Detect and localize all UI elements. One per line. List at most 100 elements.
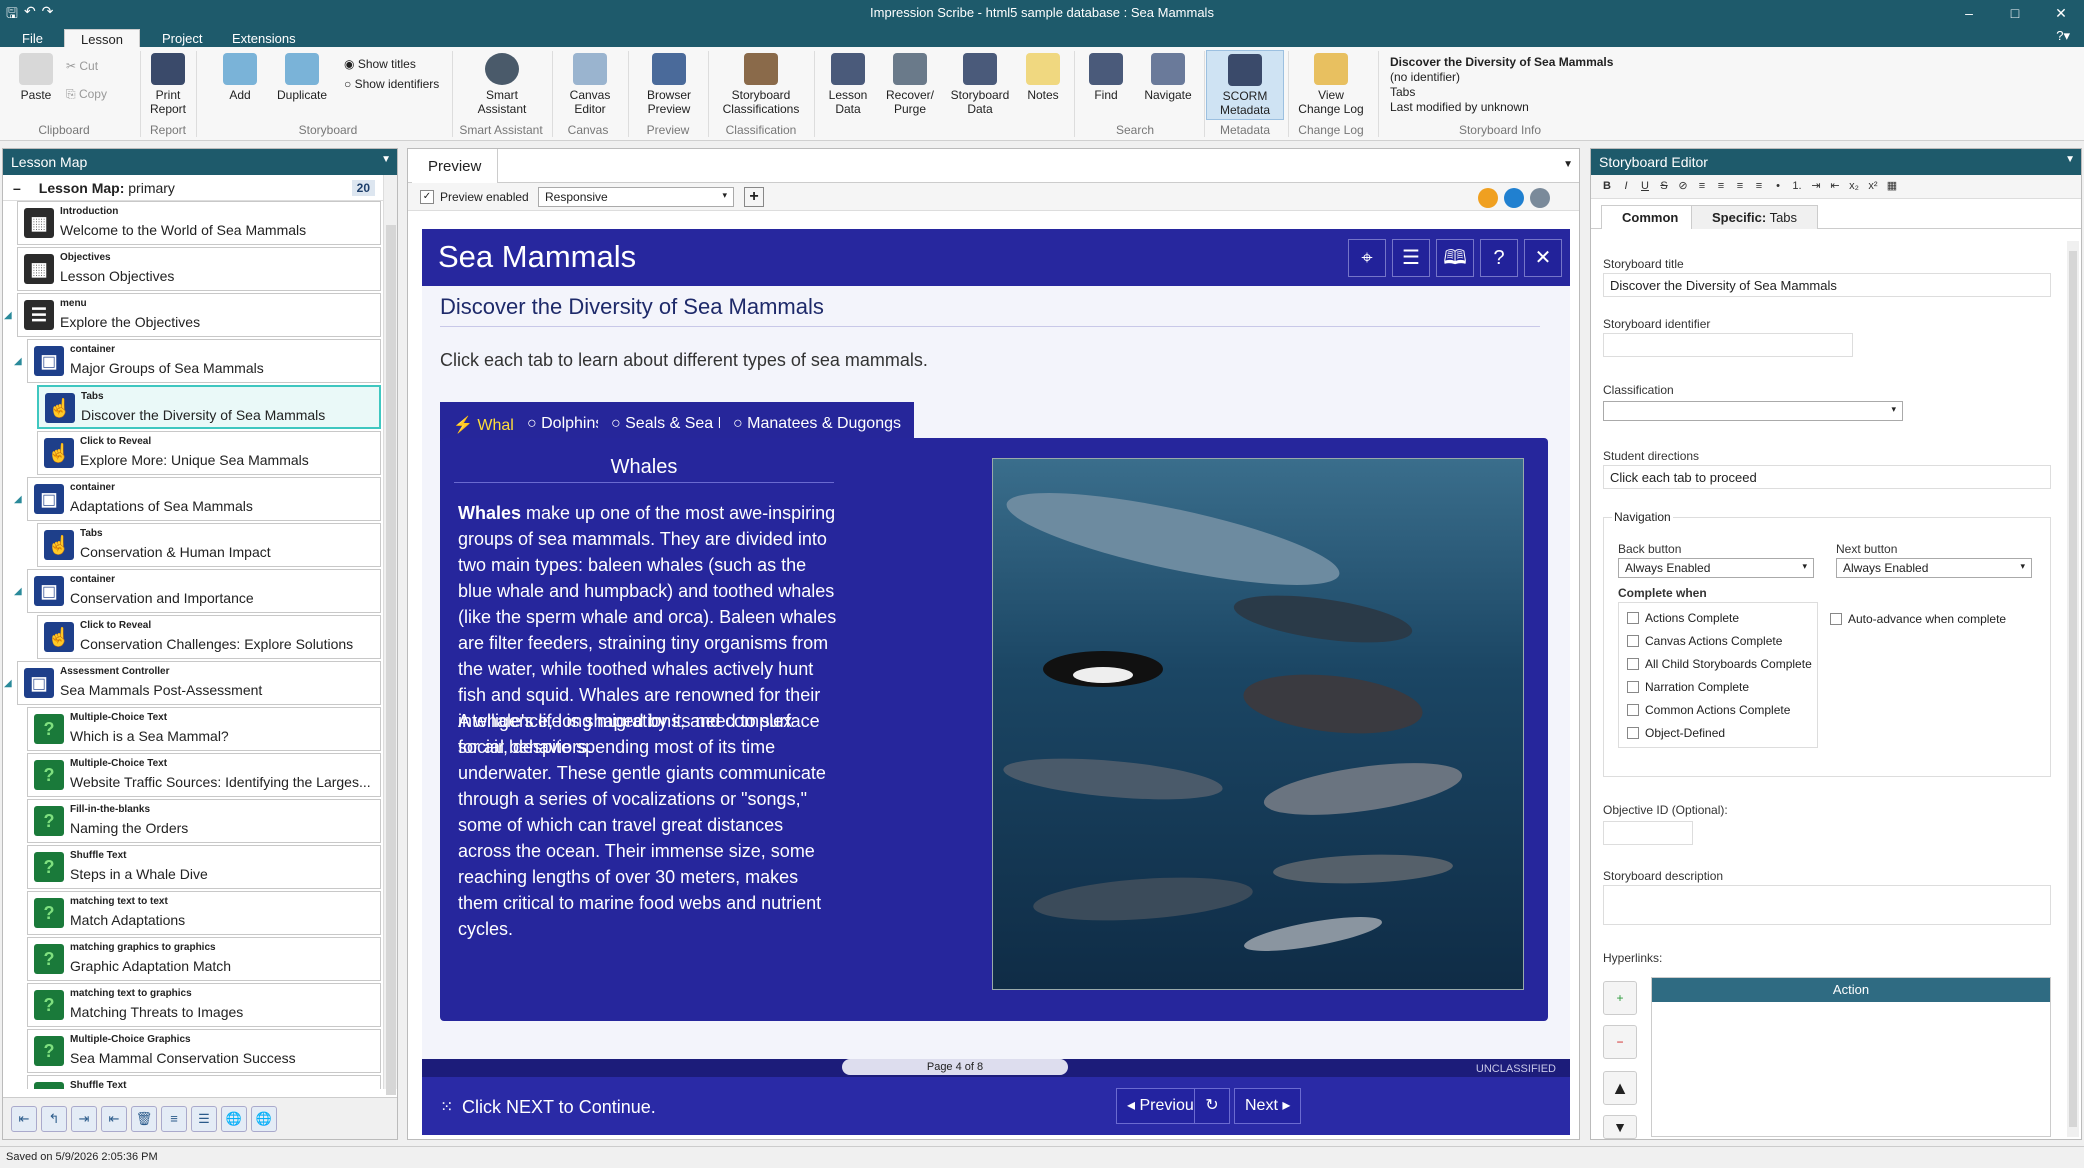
lesson-map-item[interactable]: ☰ menu Explore the Objectives ◢: [4, 293, 381, 337]
lesson-map-item[interactable]: ▣ container Adaptations of Sea Mammals ◢: [14, 477, 381, 521]
indent-icon[interactable]: ⇥: [1808, 178, 1824, 194]
storyboard-identifier-input[interactable]: [1603, 333, 1853, 357]
collapse-icon[interactable]: –: [13, 180, 21, 196]
clear-format-icon[interactable]: ⊘: [1675, 178, 1691, 194]
preview-tab[interactable]: Preview: [412, 149, 499, 183]
show-identifiers-radio[interactable]: ○ Show identifiers: [344, 77, 439, 91]
eye-icon[interactable]: [1530, 188, 1550, 208]
lesson-map-item[interactable]: ☝ Tabs Discover the Diversity of Sea Mamma…: [37, 385, 381, 429]
smart-assistant-button[interactable]: Smart Assistant: [474, 53, 530, 116]
auto-advance-checkbox[interactable]: Auto-advance when complete: [1830, 612, 2006, 626]
view-change-log-button[interactable]: View Change Log: [1298, 53, 1364, 116]
scorm-metadata-button[interactable]: SCORM Metadata: [1206, 50, 1284, 120]
classifications-button[interactable]: Storyboard Classifications: [722, 53, 800, 116]
move-up-icon[interactable]: ↰: [41, 1106, 67, 1132]
outdent-icon[interactable]: ⇤: [101, 1106, 127, 1132]
lesson-map-scrollbar[interactable]: [383, 175, 397, 1095]
action-column-header[interactable]: Action: [1652, 978, 2050, 1002]
lesson-map-item[interactable]: ☝ Tabs Conservation & Human Impact: [37, 523, 381, 567]
expand-icon[interactable]: ◢: [14, 494, 22, 505]
lesson-map-item[interactable]: ? Multiple-Choice Graphics Sea Mammal Cons…: [27, 1029, 381, 1073]
responsive-select[interactable]: Responsive ▾: [538, 187, 734, 207]
move-up-arrow-icon[interactable]: ▲: [1603, 1071, 1637, 1105]
help-icon[interactable]: ?▾: [2056, 28, 2070, 44]
add-breakpoint-button[interactable]: +: [744, 187, 764, 207]
preview-enabled-checkbox[interactable]: ✓: [420, 190, 434, 204]
preview-menu-icon[interactable]: ▼: [1563, 159, 1573, 170]
table-icon[interactable]: ▦: [1884, 178, 1900, 194]
copy-button[interactable]: ⎘ Copy: [66, 87, 107, 102]
storyboard-title-input[interactable]: Discover the Diversity of Sea Mammals: [1603, 273, 2051, 297]
lesson-map-item[interactable]: ▦ Objectives Lesson Objectives: [17, 247, 381, 291]
expand-icon[interactable]: ◢: [14, 356, 22, 367]
lesson-map-item[interactable]: ▣ container Major Groups of Sea Mammals ◢: [14, 339, 381, 383]
align-right-icon[interactable]: ≡: [1732, 178, 1748, 194]
object-defined-checkbox[interactable]: Object-Defined: [1627, 726, 1725, 740]
strikethrough-icon[interactable]: S: [1656, 178, 1672, 194]
lesson-map-item[interactable]: ▣ Assessment Controller Sea Mammals Post-A…: [4, 661, 381, 705]
outdent-icon[interactable]: ⇤: [1827, 178, 1843, 194]
justify-icon[interactable]: ≡: [1751, 178, 1767, 194]
maximize-button[interactable]: □: [1992, 0, 2038, 26]
align-center-icon[interactable]: ≡: [1713, 178, 1729, 194]
list-icon[interactable]: ☰: [191, 1106, 217, 1132]
tab-common[interactable]: Common: [1601, 205, 1700, 229]
close-window-button[interactable]: ✕: [2038, 0, 2084, 26]
notes-list-icon[interactable]: ☰: [1392, 239, 1430, 277]
expand-icon[interactable]: ◢: [4, 310, 12, 321]
objective-id-input[interactable]: [1603, 821, 1693, 845]
expand-icon[interactable]: ◢: [4, 678, 12, 689]
lesson-map-item[interactable]: ? matching text to graphics Matching Threa…: [27, 983, 381, 1027]
print-report-button[interactable]: Print Report: [148, 53, 188, 116]
remove-hyperlink-icon[interactable]: −: [1603, 1025, 1637, 1059]
child-storyboards-complete-checkbox[interactable]: All Child Storyboards Complete: [1627, 657, 1812, 671]
lesson-map-item[interactable]: ▣ container Conservation and Importance ◢: [14, 569, 381, 613]
next-button-select[interactable]: Always Enabled ▾: [1836, 558, 2032, 578]
move-down-arrow-icon[interactable]: ▼: [1603, 1115, 1637, 1139]
actions-complete-checkbox[interactable]: Actions Complete: [1627, 611, 1739, 625]
subscript-icon[interactable]: x₂: [1846, 178, 1862, 194]
move-left-icon[interactable]: ⇤: [11, 1106, 37, 1132]
lesson-map-item[interactable]: ? Multiple-Choice Text Which is a Sea Mamm…: [27, 707, 381, 751]
indent-icon[interactable]: ⇥: [71, 1106, 97, 1132]
bold-icon[interactable]: B: [1599, 178, 1615, 194]
classification-select[interactable]: ▾: [1603, 401, 1903, 421]
show-titles-radio[interactable]: ◉ Show titles: [344, 57, 416, 71]
recover-purge-button[interactable]: Recover/ Purge: [882, 53, 938, 116]
lesson-map-item[interactable]: ☝ Click to Reveal Explore More: Unique Sea…: [37, 431, 381, 475]
lesson-map-item[interactable]: ? Fill-in-the-blanks Naming the Orders: [27, 799, 381, 843]
help-icon[interactable]: ?: [1480, 239, 1518, 277]
pane-menu-icon[interactable]: ▼: [2065, 154, 2075, 165]
tab-lesson[interactable]: Lesson: [64, 29, 140, 47]
pane-menu-icon[interactable]: ▼: [381, 154, 391, 165]
lesson-map-item[interactable]: ▦ Introduction Welcome to the World of Sea…: [17, 201, 381, 245]
globe-add-icon[interactable]: 🌐: [221, 1106, 247, 1132]
lesson-map-item[interactable]: ☝ Click to Reveal Conservation Challenges:…: [37, 615, 381, 659]
back-button-select[interactable]: Always Enabled ▾: [1618, 558, 1814, 578]
canvas-actions-complete-checkbox[interactable]: Canvas Actions Complete: [1627, 634, 1782, 648]
lesson-map-item[interactable]: ? Shuffle Text: [27, 1075, 381, 1089]
storyboard-description-input[interactable]: [1603, 885, 2051, 925]
tab-extensions[interactable]: Extensions: [216, 29, 312, 47]
globe-icon[interactable]: 🌐: [251, 1106, 277, 1132]
common-actions-complete-checkbox[interactable]: Common Actions Complete: [1627, 703, 1790, 717]
duplicate-button[interactable]: Duplicate: [274, 53, 330, 102]
lesson-map-item[interactable]: ? matching text to text Match Adaptations: [27, 891, 381, 935]
refresh-icon[interactable]: [1504, 188, 1524, 208]
number-list-icon[interactable]: 1.: [1789, 178, 1805, 194]
browser-preview-button[interactable]: Browser Preview: [640, 53, 698, 116]
editor-scrollbar[interactable]: [2067, 241, 2079, 1137]
paste-button[interactable]: Paste: [16, 53, 56, 102]
underline-icon[interactable]: U: [1637, 178, 1653, 194]
close-icon[interactable]: ✕: [1524, 239, 1562, 277]
lesson-map-item[interactable]: ? Shuffle Text Steps in a Whale Dive: [27, 845, 381, 889]
delete-icon[interactable]: 🗑: [131, 1106, 157, 1132]
tab-file[interactable]: File: [6, 29, 59, 47]
lesson-map-item[interactable]: ? Multiple-Choice Text Website Traffic Sou…: [27, 753, 381, 797]
storyboard-data-button[interactable]: Storyboard Data: [950, 53, 1010, 116]
next-button[interactable]: Next ▸: [1234, 1088, 1302, 1124]
lesson-map-item[interactable]: ? matching graphics to graphics Graphic Ad…: [27, 937, 381, 981]
minimize-button[interactable]: –: [1946, 0, 1992, 26]
add-hyperlink-icon[interactable]: +: [1603, 981, 1637, 1015]
navigate-button[interactable]: Navigate: [1140, 53, 1196, 102]
